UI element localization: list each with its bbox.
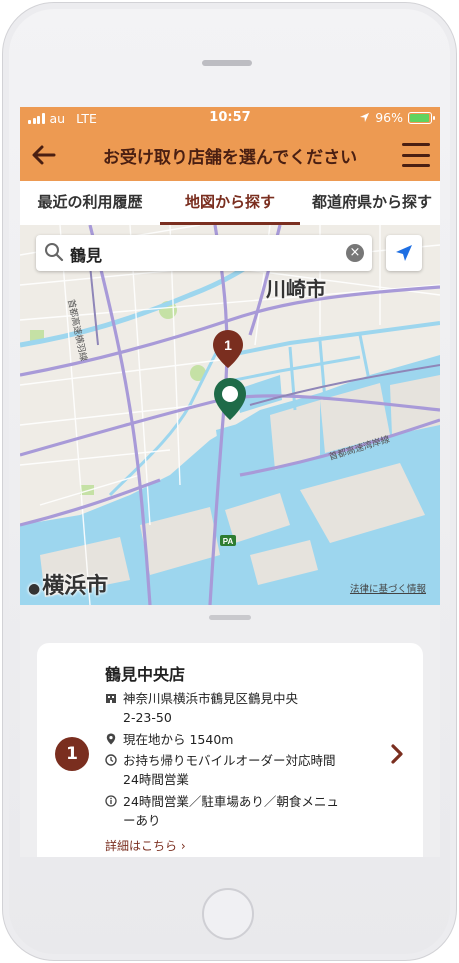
map-view[interactable]: PA 首都高速湾岸線 首都高速横羽線 鶴見 × 川崎市 ●横浜市 1 法律に基づ… bbox=[20, 225, 440, 605]
notes-line-1: 24時間営業／駐車場あり／朝食メニュ bbox=[123, 794, 339, 809]
notes-line-2: ーあり bbox=[123, 813, 161, 828]
home-button[interactable] bbox=[202, 888, 254, 940]
tab-bar: 最近の利用履歴 地図から探す 都道府県から探す bbox=[20, 181, 440, 225]
status-bar: au LTE 10:57 96% bbox=[20, 107, 440, 129]
store-map-pin[interactable]: 1 bbox=[212, 329, 244, 369]
navigation-arrow-icon bbox=[396, 245, 412, 261]
store-card[interactable]: 1 鶴見中央店 神奈川県横浜市鶴見区鶴見中央 2-23-50 現在地から 154… bbox=[37, 643, 423, 857]
location-pin-icon bbox=[106, 733, 116, 745]
route-badge: PA bbox=[223, 537, 234, 546]
tab-search-by-prefecture[interactable]: 都道府県から探す bbox=[302, 181, 440, 225]
store-number-badge: 1 bbox=[55, 737, 89, 771]
chevron-right-icon[interactable] bbox=[389, 743, 405, 765]
map-label-kawasaki: 川崎市 bbox=[266, 277, 326, 301]
current-position-pin bbox=[214, 378, 246, 420]
search-value: 鶴見 bbox=[70, 246, 103, 265]
building-icon bbox=[106, 694, 116, 703]
details-link[interactable]: 詳細はこちら › bbox=[105, 837, 186, 854]
tab-recent-history[interactable]: 最近の利用履歴 bbox=[20, 181, 160, 225]
sheet-drag-handle[interactable] bbox=[209, 615, 251, 620]
earpiece bbox=[202, 60, 252, 66]
distance-row: 現在地から 1540m bbox=[105, 730, 365, 749]
hamburger-menu-icon[interactable] bbox=[402, 143, 430, 167]
search-icon bbox=[45, 243, 64, 262]
app-header: お受け取り店舗を選んでください bbox=[20, 129, 440, 181]
app-screen: au LTE 10:57 96% お受け取り店舗を選んでください 最近の利用履歴… bbox=[20, 107, 440, 857]
map-search-input[interactable]: 鶴見 × bbox=[36, 235, 372, 271]
address-line-2: 2-23-50 bbox=[123, 710, 172, 725]
address-row: 神奈川県横浜市鶴見区鶴見中央 2-23-50 bbox=[105, 689, 365, 727]
tab-search-by-map[interactable]: 地図から探す bbox=[160, 181, 300, 225]
store-list-sheet: 1 鶴見中央店 神奈川県横浜市鶴見区鶴見中央 2-23-50 現在地から 154… bbox=[20, 605, 440, 857]
page-title: お受け取り店舗を選んでください bbox=[102, 148, 358, 168]
apple-logo-icon: ● bbox=[28, 581, 41, 597]
notes-row: 24時間営業／駐車場あり／朝食メニュ ーあり bbox=[105, 792, 365, 830]
legal-info-link[interactable]: 法律に基づく情報 bbox=[350, 581, 426, 595]
location-arrow-icon bbox=[360, 112, 370, 123]
info-icon bbox=[105, 795, 117, 807]
address-line-1: 神奈川県横浜市鶴見区鶴見中央 bbox=[123, 691, 299, 706]
battery-percent: 96% bbox=[375, 110, 403, 125]
clear-search-icon[interactable]: × bbox=[346, 244, 364, 262]
map-label-yokohama: ●横浜市 bbox=[28, 574, 109, 599]
distance-text: 現在地から 1540m bbox=[123, 732, 234, 747]
battery-icon bbox=[408, 111, 435, 124]
svg-text:1: 1 bbox=[224, 337, 232, 353]
mobile-order-hours-label: お持ち帰りモバイルオーダー対応時間 bbox=[123, 753, 336, 768]
clock-icon bbox=[105, 754, 117, 766]
current-location-button[interactable] bbox=[386, 235, 422, 271]
mobile-order-row: お持ち帰りモバイルオーダー対応時間 24時間営業 bbox=[105, 751, 365, 789]
store-name: 鶴見中央店 bbox=[105, 665, 186, 684]
mobile-order-hours-value: 24時間営業 bbox=[123, 772, 189, 787]
